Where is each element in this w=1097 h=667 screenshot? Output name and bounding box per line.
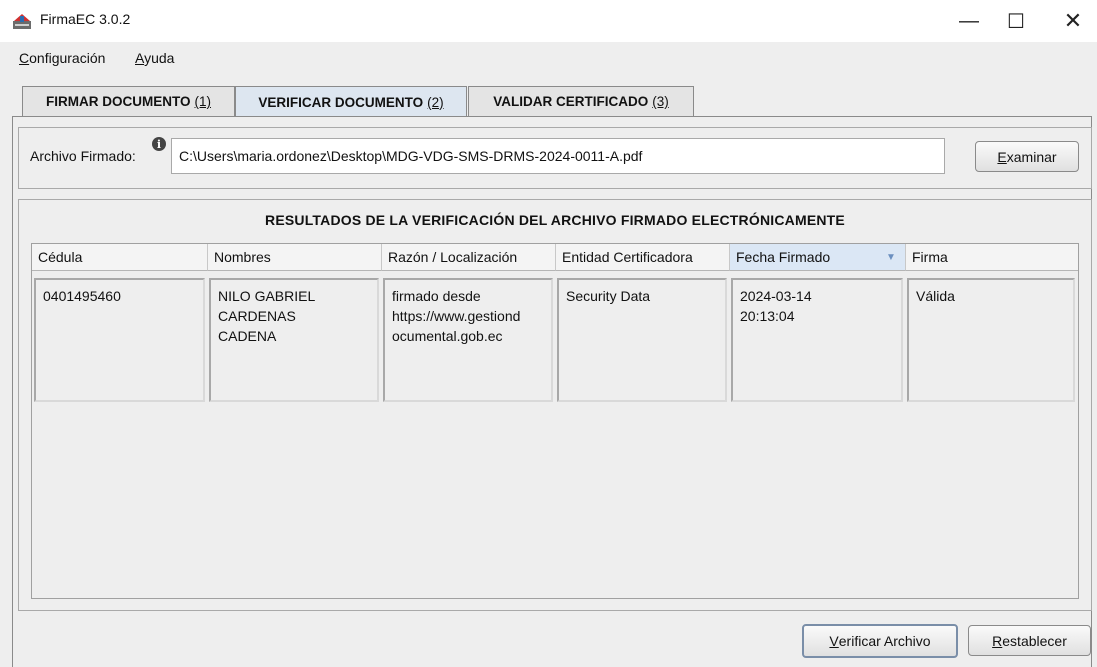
restablecer-button[interactable]: Restablecer (968, 625, 1091, 656)
tab-validar-certificado[interactable]: VALIDAR CERTIFICADO (3) (468, 86, 694, 116)
tab-verificar-documento[interactable]: VERIFICAR DOCUMENTO (2) (235, 86, 467, 117)
verificar-label: erificar Archivo (838, 633, 931, 649)
archivo-firmado-label: Archivo Firmado: (30, 148, 136, 164)
column-header-firma[interactable]: Firma (906, 244, 1078, 271)
column-header-razon[interactable]: Razón / Localización (382, 244, 556, 271)
menu-ayuda[interactable]: Ayuda (135, 50, 174, 66)
menu-configuracion-mnemonic: C (19, 50, 30, 66)
tab-firmar-documento[interactable]: FIRMAR DOCUMENTO (1) (22, 86, 235, 116)
results-title: RESULTADOS DE LA VERIFICACIÓN DEL ARCHIV… (265, 212, 845, 228)
examinar-mnemonic: E (997, 148, 1007, 165)
column-header-cedula[interactable]: Cédula (32, 244, 208, 271)
table-cell-fecha[interactable]: 2024-03-14 20:13:04 (731, 278, 903, 402)
verificar-archivo-button[interactable]: Verificar Archivo (802, 624, 958, 658)
table-cell-entidad[interactable]: Security Data (557, 278, 727, 402)
column-header-nombres[interactable]: Nombres (208, 244, 382, 271)
table-cell-firma[interactable]: Válida (907, 278, 1075, 402)
tab-firmar-shortcut: (1) (194, 94, 212, 109)
window-title: FirmaEC 3.0.2 (40, 11, 131, 27)
tab-verificar-label: VERIFICAR DOCUMENTO (258, 94, 424, 110)
firmaec-app-icon (13, 14, 31, 29)
tab-verificar-shortcut: (2) (427, 94, 444, 110)
table-cell-razon[interactable]: firmado desde https://www.gestiond ocume… (383, 278, 553, 402)
menu-ayuda-label: yuda (144, 50, 175, 66)
tab-validar-shortcut: (3) (652, 94, 669, 109)
sort-descending-icon: ▼ (886, 252, 896, 263)
column-header-fecha[interactable]: Fecha Firmado (730, 244, 906, 271)
restablecer-mnemonic: R (992, 632, 1003, 649)
restablecer-label: establecer (1002, 632, 1067, 649)
info-icon[interactable]: i (152, 137, 166, 151)
verificar-mnemonic: V (829, 633, 839, 649)
table-cell-nombres[interactable]: NILO GABRIEL CARDENAS CADENA (209, 278, 379, 402)
close-icon[interactable]: ✕ (1050, 0, 1096, 42)
tab-firmar-label: FIRMAR DOCUMENTO (46, 94, 191, 109)
column-header-entidad[interactable]: Entidad Certificadora (556, 244, 730, 271)
table-cell-cedula[interactable]: 0401495460 (34, 278, 205, 402)
examinar-label: xaminar (1006, 148, 1057, 165)
menu-configuracion[interactable]: Configuración (19, 50, 105, 66)
archivo-firmado-input[interactable] (171, 138, 945, 174)
title-bar (0, 0, 1097, 42)
examinar-button[interactable]: Examinar (975, 141, 1079, 172)
tab-validar-label: VALIDAR CERTIFICADO (493, 94, 649, 109)
menu-configuracion-label: onfiguración (29, 50, 106, 66)
maximize-icon[interactable]: ☐ (993, 0, 1039, 42)
menu-ayuda-mnemonic: A (135, 50, 145, 66)
minimize-icon[interactable]: — (946, 0, 992, 42)
